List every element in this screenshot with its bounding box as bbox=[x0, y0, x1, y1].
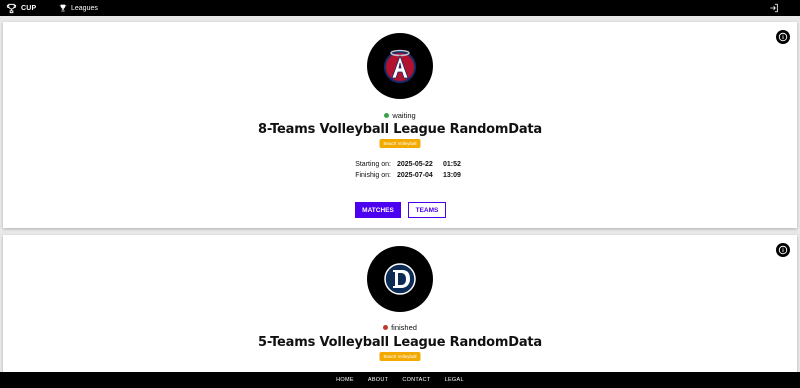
finishing-date: 2025-07-04 bbox=[397, 172, 433, 179]
tigers-logo-icon bbox=[384, 263, 416, 295]
footer-link-home[interactable]: HOME bbox=[336, 377, 354, 383]
finishing-label: Finishig on: bbox=[355, 172, 391, 179]
status-dot bbox=[383, 325, 389, 330]
team-logo bbox=[367, 246, 433, 312]
cup-icon bbox=[6, 3, 17, 13]
info-button[interactable] bbox=[776, 243, 790, 257]
league-card: waiting 8-Teams Volleyball League Random… bbox=[3, 22, 797, 228]
brand-link[interactable]: CUP bbox=[6, 2, 36, 14]
team-logo bbox=[367, 33, 433, 99]
angels-logo-icon bbox=[384, 49, 416, 83]
nav-leagues-link[interactable]: Leagues bbox=[59, 2, 98, 14]
finishing-time: 13:09 bbox=[443, 172, 461, 179]
info-button[interactable] bbox=[776, 30, 790, 44]
league-title: 8-Teams Volleyball League RandomData bbox=[257, 122, 543, 137]
league-dates: Starting on: Finishig on: 2025-05-22 202… bbox=[3, 159, 797, 181]
info-icon bbox=[778, 32, 788, 42]
league-title: 5-Teams Volleyball League RandomData bbox=[257, 335, 543, 350]
info-icon bbox=[778, 245, 788, 255]
status-dot bbox=[384, 113, 390, 118]
league-status: waiting bbox=[3, 111, 797, 120]
trophy-icon bbox=[59, 4, 67, 12]
brand-label: CUP bbox=[21, 4, 37, 12]
nav-leagues-label: Leagues bbox=[71, 4, 98, 12]
starting-time: 01:52 bbox=[443, 161, 461, 168]
status-text: finished bbox=[391, 323, 417, 332]
status-text: waiting bbox=[392, 111, 416, 120]
top-navbar: CUP Leagues bbox=[0, 0, 800, 16]
footer-link-contact[interactable]: CONTACT bbox=[402, 377, 430, 383]
footer-link-about[interactable]: ABOUT bbox=[368, 377, 388, 383]
teams-button[interactable]: TEAMS bbox=[408, 202, 446, 218]
footer: HOME ABOUT CONTACT LEGAL bbox=[0, 372, 800, 388]
footer-link-legal[interactable]: LEGAL bbox=[445, 377, 464, 383]
starting-label: Starting on: bbox=[355, 161, 391, 168]
sport-badge: Beach Volleyball bbox=[379, 352, 421, 361]
matches-button[interactable]: MATCHES bbox=[355, 202, 401, 218]
logout-icon[interactable] bbox=[769, 3, 779, 13]
league-card: finished 5-Teams Volleyball League Rando… bbox=[3, 235, 797, 388]
sport-badge: Beach Volleyball bbox=[379, 139, 421, 148]
starting-date: 2025-05-22 bbox=[397, 161, 433, 168]
league-status: finished bbox=[3, 323, 797, 332]
